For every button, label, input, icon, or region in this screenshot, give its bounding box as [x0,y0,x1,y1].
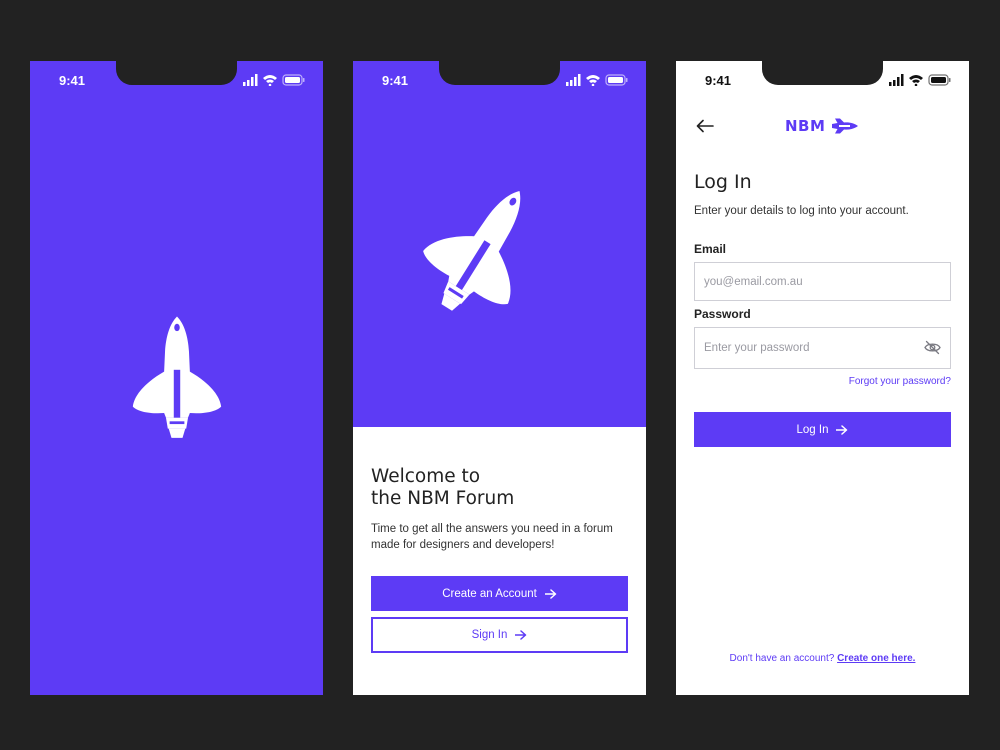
eye-off-icon[interactable] [924,340,941,355]
welcome-screen: 9:41 Welcome to the NBM Forum Time to ge… [353,61,646,695]
page-title: Log In [694,171,752,193]
arrow-right-icon [545,589,557,599]
forgot-password-link[interactable]: Forgot your password? [849,376,951,387]
create-account-label: Create an Account [442,587,537,600]
rocket-logo-icon [832,118,859,134]
rocket-icon [390,147,574,355]
brand-logo: NBM [785,117,859,135]
brand-name: NBM [785,117,826,135]
status-time: 9:41 [705,73,732,88]
no-account-text: Don't have an account? [729,653,835,664]
create-account-button[interactable]: Create an Account [371,576,628,611]
status-icons [889,74,951,86]
page-subtitle: Enter your details to log into your acco… [694,205,909,217]
rocket-icon [131,311,223,447]
status-bar: 9:41 [676,61,969,97]
status-time: 9:41 [59,73,86,88]
login-button-label: Log In [796,423,829,436]
signup-prompt: Don't have an account? Create one here. [676,653,969,664]
status-icons [243,74,305,86]
email-field[interactable] [695,263,950,300]
sign-in-button[interactable]: Sign In [371,617,628,653]
welcome-subtitle: Time to get all the answers you need in … [371,523,613,551]
email-label: Email [694,242,727,256]
login-screen: 9:41 NBM Log In Enter your details to lo… [676,61,969,695]
welcome-title: Welcome to the NBM Forum [371,466,621,510]
splash-screen: 9:41 [30,61,323,695]
password-label: Password [694,307,751,321]
password-field-wrapper [694,327,951,369]
welcome-hero [353,61,646,427]
arrow-right-icon [515,630,527,640]
sign-in-label: Sign In [471,629,508,641]
welcome-title-text: Welcome to the NBM Forum [371,466,515,509]
password-field[interactable] [695,328,950,368]
status-icons [566,74,628,86]
arrow-right-icon[interactable] [836,425,848,435]
login-button[interactable]: Log In [694,412,951,447]
status-time: 9:41 [382,73,409,88]
back-arrow-icon[interactable] [696,119,714,133]
status-bar: 9:41 [30,61,323,97]
create-account-link[interactable]: Create one here. [837,653,915,664]
status-bar: 9:41 [353,61,646,97]
email-field-wrapper [694,262,951,301]
